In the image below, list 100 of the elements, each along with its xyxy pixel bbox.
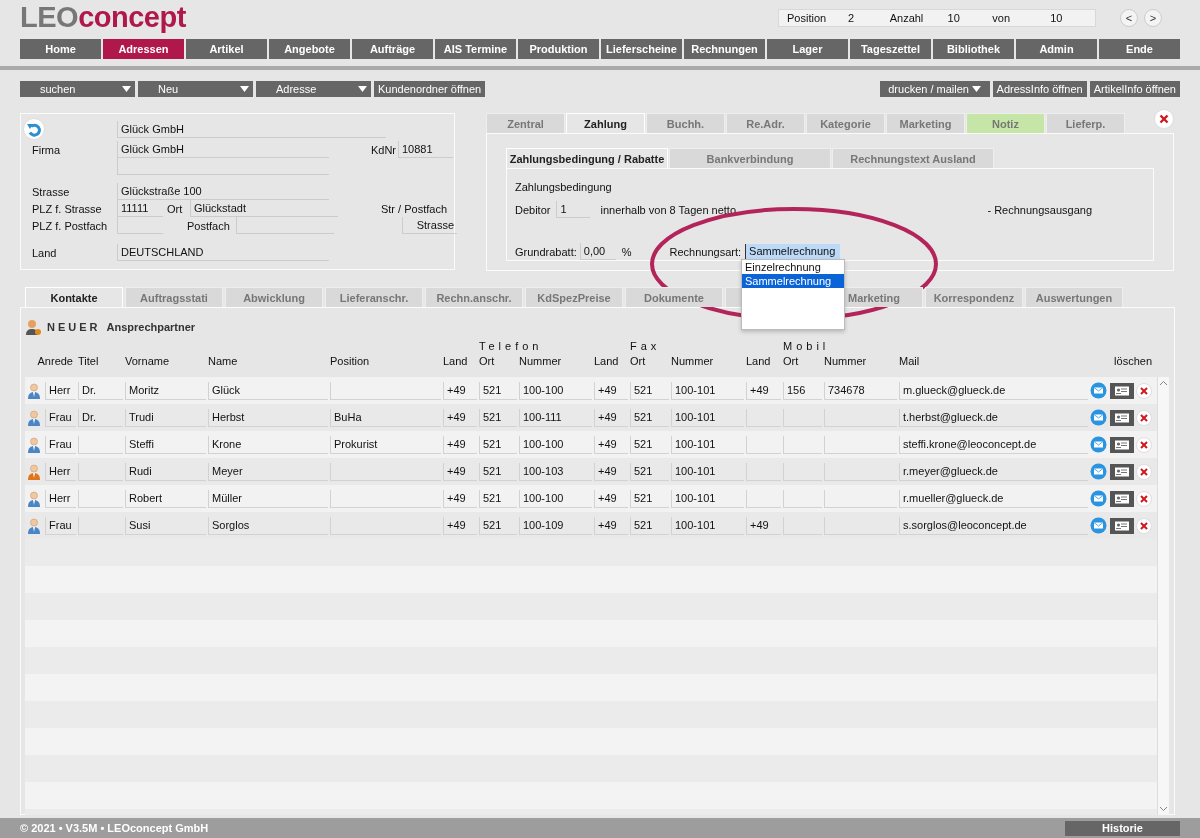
table-cell[interactable]: 734678: [824, 381, 897, 400]
nav-tab[interactable]: Angebote: [269, 39, 350, 59]
table-cell[interactable]: Rudi: [125, 462, 206, 481]
history-button[interactable]: Historie: [1065, 820, 1180, 836]
table-row[interactable]: Frau Susi Sorglos +49 521 100-109 +49 521 100-101 +49 s.sorglos@leoconcept.de: [25, 512, 1157, 539]
nav-tab[interactable]: Lager: [767, 39, 848, 59]
table-cell[interactable]: [783, 489, 822, 508]
table-cell[interactable]: 100-101: [671, 516, 744, 535]
table-cell[interactable]: +49: [443, 408, 477, 427]
table-cell[interactable]: [746, 435, 781, 454]
pager-button[interactable]: >: [1144, 9, 1162, 27]
delete-icon[interactable]: [1136, 490, 1152, 507]
table-cell[interactable]: Herr: [45, 381, 76, 400]
toolbar-button[interactable]: Kundenordner öffnen: [374, 81, 486, 97]
company-name-field[interactable]: Glück GmbH: [117, 141, 329, 158]
table-cell[interactable]: [824, 489, 897, 508]
table-cell[interactable]: +49: [594, 408, 628, 427]
table-cell[interactable]: 521: [479, 381, 517, 400]
street-field[interactable]: Glückstraße 100: [117, 183, 329, 200]
table-cell[interactable]: Dr.: [78, 381, 123, 400]
table-cell[interactable]: [746, 489, 781, 508]
pager-button[interactable]: <: [1120, 9, 1138, 27]
scrollbar[interactable]: [1157, 377, 1169, 815]
table-cell[interactable]: Frau: [45, 516, 76, 535]
contact-card-icon[interactable]: [1110, 409, 1134, 426]
table-cell[interactable]: Meyer: [208, 462, 328, 481]
table-cell[interactable]: Prokurist: [330, 435, 441, 454]
nav-tab[interactable]: Adressen: [103, 39, 184, 59]
dropdown-button[interactable]: Neu: [138, 81, 253, 97]
table-cell[interactable]: 521: [479, 516, 517, 535]
table-cell[interactable]: +49: [594, 516, 628, 535]
firma-extra-field[interactable]: [117, 158, 329, 175]
detail-tab[interactable]: Zahlung: [566, 113, 645, 133]
table-cell[interactable]: 100-100: [519, 381, 592, 400]
table-cell[interactable]: Herr: [45, 462, 76, 481]
table-cell[interactable]: [330, 489, 441, 508]
contact-card-icon[interactable]: [1110, 382, 1134, 399]
table-cell[interactable]: +49: [746, 516, 781, 535]
table-cell[interactable]: 100-111: [519, 408, 592, 427]
table-cell[interactable]: 100-101: [671, 408, 744, 427]
table-cell[interactable]: steffi.krone@leoconcept.de: [899, 435, 1088, 454]
table-cell[interactable]: BuHa: [330, 408, 441, 427]
table-cell[interactable]: +49: [594, 489, 628, 508]
contact-card-icon[interactable]: [1110, 517, 1134, 534]
toolbar-button[interactable]: ArtikelInfo öffnen: [1089, 81, 1180, 97]
table-cell[interactable]: +49: [443, 516, 477, 535]
name-field[interactable]: Glück GmbH: [117, 120, 386, 138]
table-cell[interactable]: Dr.: [78, 408, 123, 427]
close-icon[interactable]: [1154, 109, 1174, 129]
table-cell[interactable]: [78, 489, 123, 508]
mail-icon[interactable]: [1090, 436, 1107, 453]
contact-card-icon[interactable]: [1110, 436, 1134, 453]
table-cell[interactable]: +49: [594, 381, 628, 400]
table-cell[interactable]: 156: [783, 381, 822, 400]
table-cell[interactable]: Herbst: [208, 408, 328, 427]
dropdown-button[interactable]: drucken / mailen: [879, 81, 990, 97]
delete-icon[interactable]: [1136, 409, 1152, 426]
table-row[interactable]: Frau Steffi Krone Prokurist +49 521 100-100 +49 521 100-101 steffi.krone@leoconcept.de: [25, 431, 1157, 458]
table-cell[interactable]: t.herbst@glueck.de: [899, 408, 1088, 427]
table-cell[interactable]: Müller: [208, 489, 328, 508]
table-cell[interactable]: 100-101: [671, 462, 744, 481]
mail-icon[interactable]: [1090, 463, 1107, 480]
table-cell[interactable]: Trudi: [125, 408, 206, 427]
mail-icon[interactable]: [1090, 490, 1107, 507]
table-row[interactable]: Herr Rudi Meyer +49 521 100-103 +49 521 100-101 r.meyer@glueck.de: [25, 458, 1157, 485]
nav-tab[interactable]: Bibliothek: [933, 39, 1014, 59]
nav-tab[interactable]: Rechnungen: [684, 39, 765, 59]
toolbar-button[interactable]: AdressInfo öffnen: [992, 81, 1087, 97]
table-cell[interactable]: 100-100: [519, 435, 592, 454]
table-cell[interactable]: Frau: [45, 408, 76, 427]
table-cell[interactable]: 521: [479, 408, 517, 427]
table-cell[interactable]: m.glueck@glueck.de: [899, 381, 1088, 400]
table-cell[interactable]: 100-101: [671, 489, 744, 508]
table-cell[interactable]: s.sorglos@leoconcept.de: [899, 516, 1088, 535]
table-cell[interactable]: 100-109: [519, 516, 592, 535]
nav-tab[interactable]: AIS Termine: [435, 39, 516, 59]
dropdown-option[interactable]: Sammelrechnung: [742, 274, 844, 288]
table-cell[interactable]: Herr: [45, 489, 76, 508]
table-cell[interactable]: Moritz: [125, 381, 206, 400]
nav-tab[interactable]: Produktion: [518, 39, 599, 59]
table-cell[interactable]: 521: [479, 489, 517, 508]
mail-icon[interactable]: [1090, 382, 1107, 399]
invoice-type-select[interactable]: Sammelrechnung: [745, 243, 841, 260]
table-cell[interactable]: +49: [443, 381, 477, 400]
table-cell[interactable]: [824, 435, 897, 454]
country-field[interactable]: DEUTSCHLAND: [117, 244, 329, 261]
table-cell[interactable]: +49: [443, 489, 477, 508]
city-field[interactable]: Glückstadt: [190, 200, 338, 217]
plz-postfach-field[interactable]: [117, 217, 163, 234]
table-cell[interactable]: +49: [443, 435, 477, 454]
nav-tab[interactable]: Home: [20, 39, 101, 59]
table-cell[interactable]: +49: [594, 435, 628, 454]
mail-icon[interactable]: [1090, 409, 1107, 426]
contact-card-icon[interactable]: [1110, 490, 1134, 507]
nav-tab[interactable]: Artikel: [186, 39, 267, 59]
table-cell[interactable]: Frau: [45, 435, 76, 454]
contact-section-tab[interactable]: Kontakte: [25, 287, 123, 307]
debitor-field[interactable]: 1: [556, 201, 591, 218]
delete-icon[interactable]: [1136, 436, 1152, 453]
postfach-field[interactable]: [236, 217, 334, 234]
